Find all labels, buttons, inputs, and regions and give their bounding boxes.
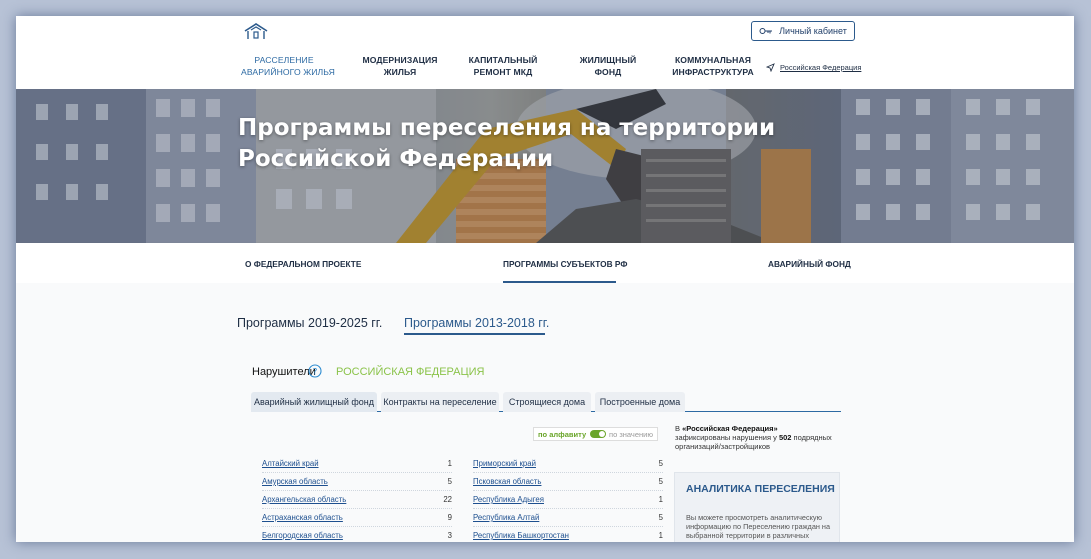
- nav-label-line1: МОДЕРНИЗАЦИЯ: [362, 55, 438, 65]
- tab-federal-project[interactable]: О ФЕДЕРАЛЬНОМ ПРОЕКТЕ: [245, 259, 361, 269]
- list-item: Приморский край 5: [473, 455, 663, 473]
- site-header: Личный кабинет РАССЕЛЕНИЕ АВАРИЙНОГО ЖИЛ…: [16, 16, 1074, 89]
- nav-label-line2: РЕМОНТ МКД: [473, 67, 533, 77]
- list-item: Псковская область 5: [473, 473, 663, 491]
- main-nav: РАССЕЛЕНИЕ АВАРИЙНОГО ЖИЛЬЯ МОДЕРНИЗАЦИЯ…: [16, 54, 1074, 84]
- violation-count: 5: [658, 477, 663, 486]
- region-link[interactable]: Республика Алтай: [473, 513, 539, 522]
- violation-count: 5: [658, 513, 663, 522]
- violation-count: 3: [447, 531, 452, 540]
- nav-label-line1: КОММУНАЛЬНАЯ: [674, 55, 752, 65]
- region-link[interactable]: Приморский край: [473, 459, 536, 468]
- list-item: Республика Адыгея 1: [473, 491, 663, 509]
- sort-switch[interactable]: [589, 430, 606, 438]
- nav-item-resettlement[interactable]: РАССЕЛЕНИЕ АВАРИЙНОГО ЖИЛЬЯ: [241, 54, 335, 78]
- key-icon: [759, 28, 773, 34]
- nav-label-line1: КАПИТАЛЬНЫЙ: [468, 55, 538, 65]
- tab-subject-programs[interactable]: ПРОГРАММЫ СУБЪЕКТОВ РФ: [503, 259, 627, 269]
- svg-text:?: ?: [313, 368, 318, 378]
- violators-tabs: Аварийный жилищный фонд Контракты на пер…: [251, 390, 841, 412]
- nav-item-capital-repair[interactable]: КАПИТАЛЬНЫЙ РЕМОНТ МКД: [465, 54, 541, 78]
- browser-page: Личный кабинет РАССЕЛЕНИЕ АВАРИЙНОГО ЖИЛ…: [16, 16, 1074, 542]
- page-title-line1: Программы переселения на территории: [238, 115, 776, 141]
- region-link[interactable]: Республика Башкортостан: [473, 531, 569, 540]
- page-title: Программы переселения на территории Росс…: [238, 113, 775, 175]
- sort-toggle[interactable]: по алфавиту по значению: [533, 427, 658, 441]
- violation-count: 5: [447, 477, 452, 486]
- tab-emergency-housing[interactable]: Аварийный жилищный фонд: [251, 392, 377, 412]
- hero-banner: Программы переселения на территории Росс…: [16, 89, 1074, 243]
- tab-emergency-fund[interactable]: АВАРИЙНЫЙ ФОНД: [768, 259, 851, 269]
- list-item: Белгородская область 3: [262, 527, 452, 542]
- list-item: Астраханская область 9: [262, 509, 452, 527]
- tab-resettlement-contracts[interactable]: Контракты на переселение: [381, 392, 499, 412]
- section-nav: О ФЕДЕРАЛЬНОМ ПРОЕКТЕ ПРОГРАММЫ СУБЪЕКТО…: [16, 243, 1074, 283]
- region-selector-link[interactable]: Российская Федерация: [766, 63, 861, 72]
- violators-label: Нарушители: [252, 366, 316, 378]
- violation-count: 1: [658, 531, 663, 540]
- nav-label-line1: ЖИЛИЩНЫЙ: [579, 55, 637, 65]
- region-link[interactable]: Алтайский край: [262, 459, 319, 468]
- nav-label-line1: РАССЕЛЕНИЕ: [254, 55, 314, 65]
- region-link[interactable]: Архангельская область: [262, 495, 346, 504]
- nav-label-line2: ФОНД: [594, 67, 622, 77]
- violation-count: 1: [447, 459, 452, 468]
- nav-label-line2: ЖИЛЬЯ: [383, 67, 417, 77]
- nav-item-housing-fund[interactable]: ЖИЛИЩНЫЙ ФОНД: [572, 54, 644, 78]
- analytics-description: Вы можете просмотреть аналитическую инфо…: [686, 513, 831, 542]
- list-item: Архангельская область 22: [262, 491, 452, 509]
- summary-middle: зафиксированы нарушения у: [675, 433, 779, 442]
- tab-houses-under-construction[interactable]: Строящиеся дома: [503, 392, 591, 412]
- regions-list-left: Алтайский край 1 Амурская область 5 Арханг…: [262, 455, 452, 542]
- tab-programs-2019-2025[interactable]: Программы 2019-2025 гг.: [237, 316, 382, 330]
- analytics-title[interactable]: АНАЛИТИКА ПЕРЕСЕЛЕНИЯ: [686, 483, 835, 495]
- violation-count: 5: [658, 459, 663, 468]
- list-item: Республика Башкортостан 1: [473, 527, 663, 542]
- violation-count: 1: [658, 495, 663, 504]
- help-icon[interactable]: ?: [308, 364, 322, 378]
- region-link[interactable]: Астраханская область: [262, 513, 343, 522]
- sort-alphabet-label[interactable]: по алфавиту: [538, 430, 586, 439]
- house-logo-icon[interactable]: [243, 23, 269, 41]
- region-link[interactable]: Белгородская область: [262, 531, 343, 540]
- summary-count: 502: [778, 433, 792, 442]
- region-link[interactable]: Амурская область: [262, 477, 328, 486]
- region-link[interactable]: Республика Адыгея: [473, 495, 544, 504]
- nav-label-line2: АВАРИЙНОГО ЖИЛЬЯ: [241, 67, 335, 77]
- page-title-line2: Российской Федерации: [238, 146, 554, 172]
- region-link[interactable]: Псковская область: [473, 477, 541, 486]
- regions-list-right: Приморский край 5 Псковская область 5 Респ…: [473, 455, 663, 542]
- programs-active-indicator: [404, 333, 545, 335]
- violation-count: 9: [447, 513, 452, 522]
- nav-label-line2: ИНФРАСТРУКТУРА: [672, 67, 754, 77]
- analytics-card[interactable]: АНАЛИТИКА ПЕРЕСЕЛЕНИЯ Вы можете просмотр…: [674, 472, 840, 542]
- violations-summary: В «Российская Федерация» зафиксированы н…: [675, 424, 835, 451]
- list-item: Амурская область 5: [262, 473, 452, 491]
- region-selector-label: Российская Федерация: [780, 63, 862, 72]
- tab-built-houses[interactable]: Построенные дома: [595, 392, 685, 412]
- nav-item-modernization[interactable]: МОДЕРНИЗАЦИЯ ЖИЛЬЯ: [362, 54, 438, 78]
- summary-region: «Российская Федерация»: [682, 424, 778, 433]
- nav-item-utilities[interactable]: КОММУНАЛЬНАЯ ИНФРАСТРУКТУРА: [672, 54, 754, 78]
- violation-count: 22: [443, 495, 452, 504]
- sort-value-label[interactable]: по значению: [609, 430, 653, 439]
- main-content: Программы 2019-2025 гг. Программы 2013-2…: [16, 283, 1074, 542]
- list-item: Республика Алтай 5: [473, 509, 663, 527]
- location-arrow-icon: [766, 63, 775, 72]
- selected-region-title: РОССИЙСКАЯ ФЕДЕРАЦИЯ: [336, 366, 485, 378]
- list-item: Алтайский край 1: [262, 455, 452, 473]
- personal-account-button[interactable]: Личный кабинет: [751, 21, 855, 41]
- personal-account-label: Личный кабинет: [779, 26, 847, 36]
- tab-programs-2013-2018[interactable]: Программы 2013-2018 гг.: [404, 316, 549, 330]
